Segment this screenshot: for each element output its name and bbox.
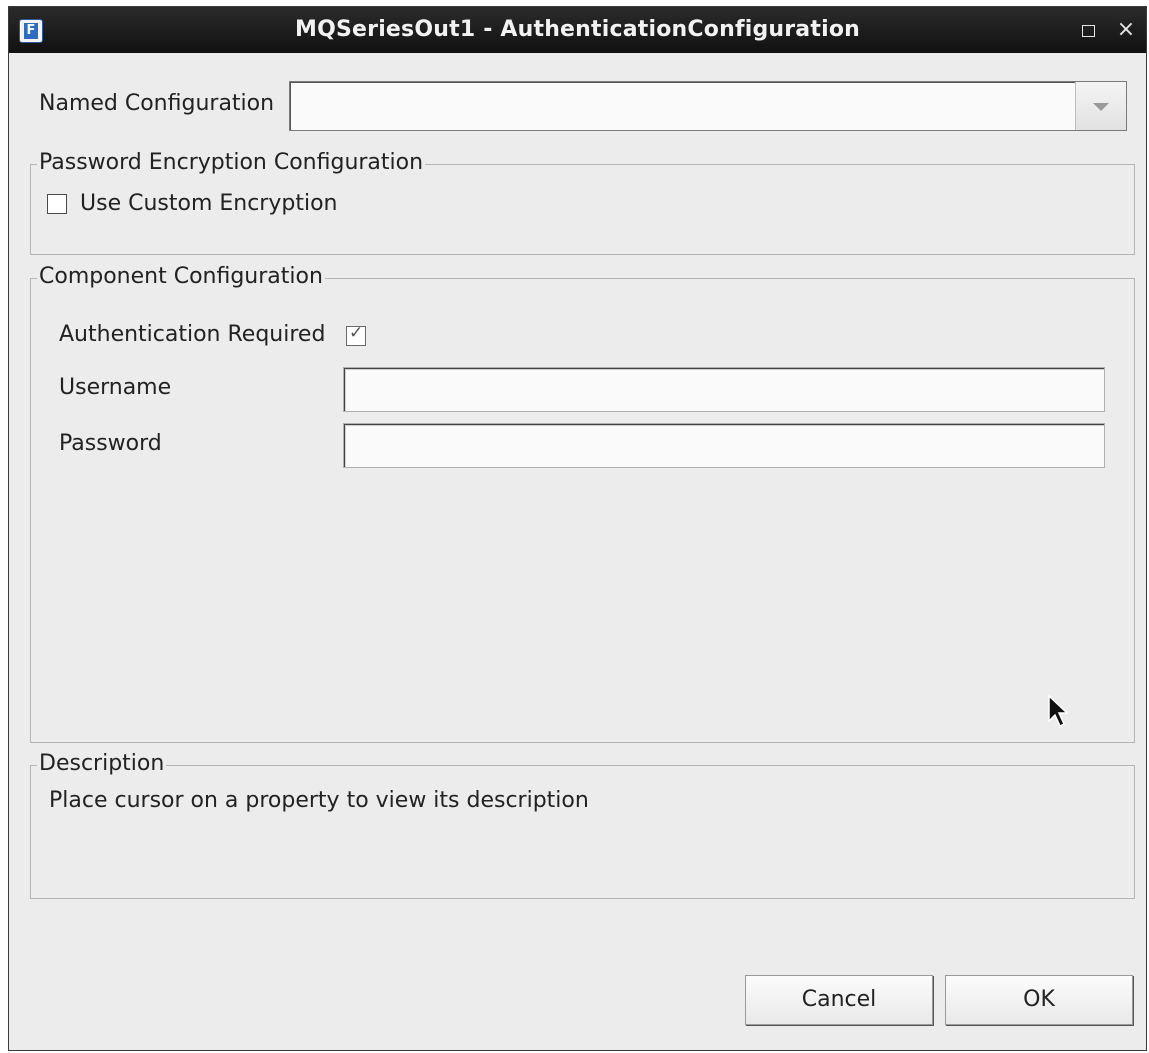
ok-button[interactable]: OK — [945, 975, 1133, 1025]
checkmark-icon: ✓ — [349, 323, 364, 343]
component-configuration-group-title: Component Configuration — [37, 264, 325, 289]
password-input[interactable] — [343, 423, 1105, 468]
password-label: Password — [59, 431, 162, 456]
use-custom-encryption-label[interactable]: Use Custom Encryption — [80, 191, 337, 216]
username-input[interactable] — [343, 367, 1105, 412]
authentication-required-label: Authentication Required — [59, 322, 326, 347]
window-title: MQSeriesOut1 - AuthenticationConfigurati… — [294, 17, 860, 42]
maximize-icon[interactable] — [1077, 19, 1099, 41]
cancel-button[interactable]: Cancel — [745, 975, 933, 1025]
authentication-required-checkbox[interactable]: ✓ — [346, 323, 366, 346]
password-encryption-group-title: Password Encryption Configuration — [37, 150, 426, 175]
mouse-pointer-icon — [1048, 695, 1069, 728]
use-custom-encryption-checkbox[interactable] — [47, 194, 67, 214]
named-configuration-label: Named Configuration — [39, 91, 275, 116]
named-configuration-combobox[interactable] — [289, 81, 1127, 131]
close-icon[interactable]: × — [1115, 19, 1137, 41]
named-configuration-dropdown-button[interactable] — [1075, 82, 1126, 130]
dialog-window: F MQSeriesOut1 - AuthenticationConfigura… — [8, 6, 1147, 1051]
component-configuration-group: Component Configuration — [30, 264, 1135, 743]
chevron-down-icon — [1093, 103, 1109, 111]
title-bar[interactable]: F MQSeriesOut1 - AuthenticationConfigura… — [9, 7, 1146, 53]
description-group: Description — [30, 751, 1135, 899]
username-label: Username — [59, 375, 172, 400]
description-text: Place cursor on a property to view its d… — [49, 788, 589, 813]
description-group-title: Description — [37, 751, 167, 776]
